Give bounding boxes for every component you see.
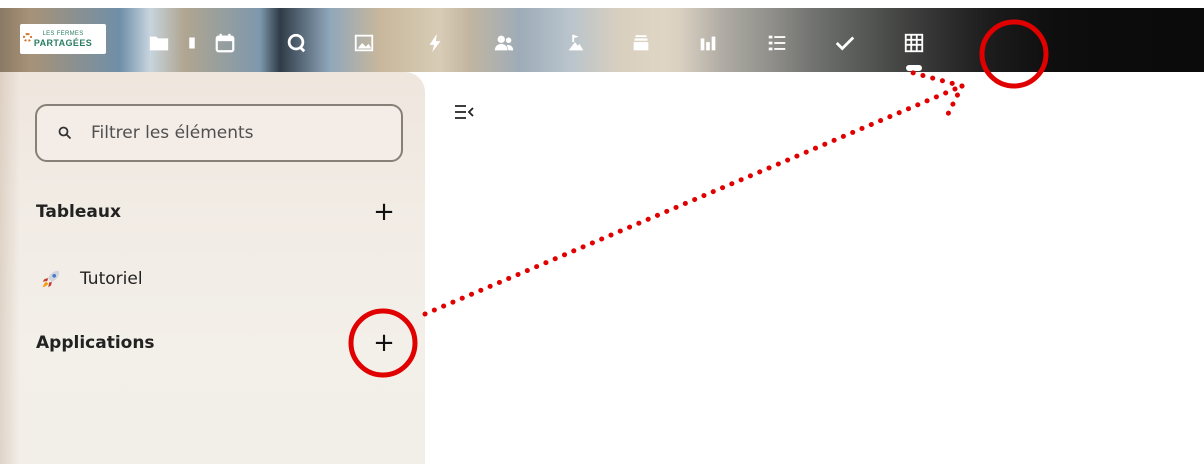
menu-collapse-icon — [455, 105, 474, 119]
files-icon[interactable] — [147, 32, 171, 54]
add-table-button[interactable]: + — [369, 197, 399, 227]
annotation-arrowhead-lower — [942, 83, 965, 123]
rocket-icon — [42, 270, 60, 288]
deck-icon[interactable] — [629, 32, 653, 54]
checkmark-icon[interactable] — [833, 32, 857, 54]
app-navigation-sidebar: Tableaux + Tutoriel Applications + — [0, 72, 425, 464]
tables-icon[interactable] — [902, 32, 926, 54]
search-icon — [57, 125, 73, 141]
filter-input[interactable] — [91, 123, 371, 143]
tables-section-title: Tableaux — [36, 202, 121, 222]
top-navigation-bar: LES FERMES PARTAGÉES — [0, 8, 1204, 72]
calendar-icon[interactable] — [213, 32, 237, 54]
filter-field[interactable] — [35, 104, 403, 162]
add-application-button[interactable]: + — [369, 328, 399, 358]
analytics-icon[interactable] — [696, 32, 720, 54]
sidebar-item-label: Tutoriel — [80, 269, 143, 289]
app-logo[interactable]: LES FERMES PARTAGÉES — [20, 24, 106, 54]
files-indicator-icon — [187, 32, 197, 54]
tasks-icon[interactable] — [765, 32, 789, 54]
logo-line1: LES FERMES — [42, 30, 84, 37]
sidebar-item-tutoriel[interactable]: Tutoriel — [40, 264, 143, 294]
activity-icon[interactable] — [423, 32, 447, 54]
logo-line2: PARTAGÉES — [33, 37, 93, 48]
annotation-dotted-arrow-line — [422, 83, 965, 317]
maps-icon[interactable] — [563, 32, 587, 54]
logo-flower-icon — [23, 33, 32, 42]
talk-icon[interactable] — [284, 32, 308, 54]
toggle-sidebar-button[interactable] — [452, 102, 476, 122]
photos-icon[interactable] — [352, 32, 376, 54]
applications-section-title: Applications — [36, 333, 155, 353]
active-app-indicator — [906, 65, 922, 71]
contacts-icon[interactable] — [492, 32, 516, 54]
annotation-arrowhead-upper — [907, 69, 965, 89]
